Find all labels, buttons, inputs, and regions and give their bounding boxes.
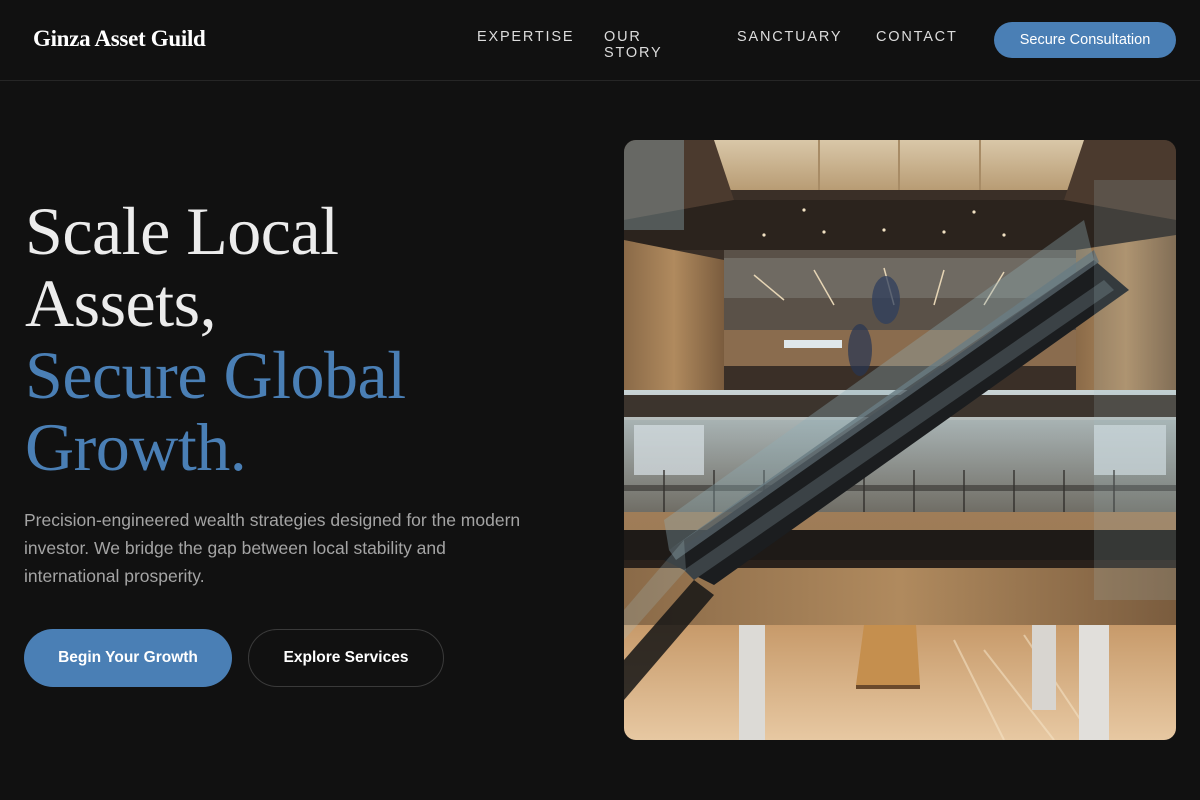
nav-item-expertise[interactable]: EXPERTISE [477,29,574,45]
brand-logo[interactable]: Ginza Asset Guild [33,26,206,52]
explore-services-button[interactable]: Explore Services [248,629,444,687]
secure-consultation-button[interactable]: Secure Consultation [994,22,1176,58]
nav-item-contact[interactable]: CONTACT [876,29,958,45]
headline-accent-line-2: Growth. [25,409,247,485]
hero-description: Precision-engineered wealth strategies d… [24,510,521,586]
hero-headline: Scale Local Assets, Secure Global Growth… [25,195,406,483]
headline-line-2: Assets, [25,265,217,341]
atrium-illustration [624,140,1176,740]
headline-accent-line-1: Secure Global [25,337,406,413]
begin-your-growth-button[interactable]: Begin Your Growth [24,629,232,687]
hero-office-atrium-image [624,140,1176,740]
nav-item-sanctuary[interactable]: SANCTUARY [737,29,842,45]
headline-line-1: Scale Local [25,193,339,269]
site-header: Ginza Asset Guild EXPERTISE OUR STORY SA… [0,0,1200,81]
nav-item-our-story[interactable]: OUR STORY [604,29,662,61]
